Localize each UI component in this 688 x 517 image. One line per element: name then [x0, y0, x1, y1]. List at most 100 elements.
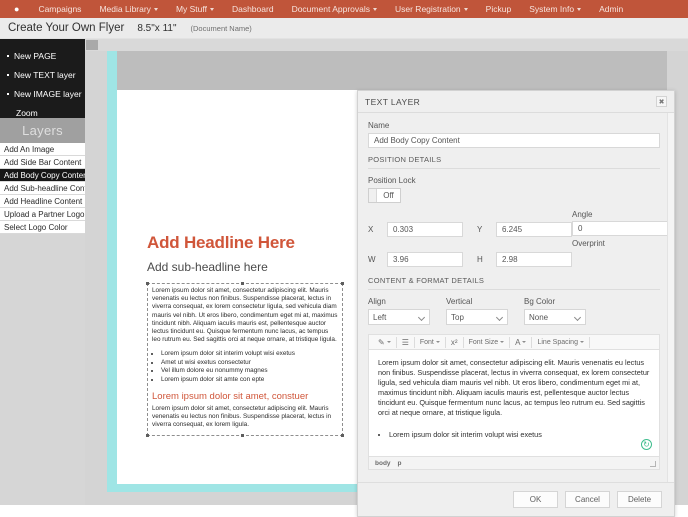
paste-icon-glyph: ✎	[378, 337, 385, 347]
modal-header: TEXT LAYER ✖	[358, 91, 674, 113]
select-align[interactable]: Left	[368, 309, 430, 325]
select-label: Vertical	[446, 297, 473, 306]
nav-item-media-library[interactable]: Media Library	[90, 0, 167, 18]
layer-item-add-an-image[interactable]: Add An Image	[0, 143, 85, 156]
select-value: None	[529, 312, 549, 322]
flyer-bullet-list: Lorem ipsum dolor sit interim volupt wis…	[152, 350, 338, 384]
document-subheader: Create Your Own Flyer 8.5"x 11" (Documen…	[0, 18, 688, 39]
list-item: Vel illum dolore eu nonummy magnes	[161, 367, 338, 375]
nav-item-admin[interactable]: Admin	[590, 0, 632, 18]
resize-handle-bl[interactable]	[146, 433, 149, 437]
resize-handle-tl[interactable]	[146, 282, 149, 285]
modal-scrollbar[interactable]	[667, 113, 674, 482]
layer-item-add-side-bar-content[interactable]: Add Side Bar Content	[0, 156, 85, 169]
layer-item-upload-a-partner-logo[interactable]: Upload a Partner Logo	[0, 208, 85, 221]
nav-item-label: Media Library	[99, 4, 151, 14]
sidebar-action-zoom[interactable]: Zoom	[0, 104, 85, 123]
angle-input[interactable]	[572, 221, 670, 236]
sidebar-action-new-page[interactable]: New PAGE	[0, 47, 85, 66]
editor-element-path: body p	[375, 460, 402, 467]
paste-icon[interactable]: ✎	[373, 335, 396, 349]
ok-button[interactable]: OK	[513, 491, 558, 508]
list-item: Amet ut wisi exetus consectetur	[161, 359, 338, 367]
select-vertical[interactable]: Top	[446, 309, 508, 325]
nav-item-label: System Info	[529, 4, 575, 14]
angle-field-group: Angle Overprint	[572, 210, 670, 248]
delete-button[interactable]: Delete	[617, 491, 662, 508]
home-icon[interactable]: ●	[6, 0, 29, 18]
font-size-dropdown[interactable]: Font Size	[464, 335, 510, 349]
editor-paragraph: Lorem ipsum dolor sit amet, consectetur …	[378, 358, 650, 417]
close-icon[interactable]: ✖	[656, 96, 667, 107]
bullet-icon	[7, 74, 9, 76]
nav-item-label: Campaigns	[38, 4, 82, 14]
list-item: Lorem ipsum dolor sit interim volupt wis…	[389, 430, 650, 440]
resize-handle-tr[interactable]	[341, 282, 344, 285]
flyer-subheadline[interactable]: Add sub-headline here	[147, 260, 347, 274]
list-icon[interactable]: ☰	[397, 335, 414, 349]
nav-item-my-stuff[interactable]: My Stuff	[167, 0, 223, 18]
page-image-placeholder[interactable]	[117, 51, 667, 90]
flyer-headline[interactable]: Add Headline Here	[147, 233, 347, 253]
nav-item-document-approvals[interactable]: Document Approvals	[283, 0, 386, 18]
select-group-vertical: Vertical Top	[446, 297, 508, 325]
text-layer-modal: TEXT LAYER ✖ Name POSITION DETAILS Posit…	[357, 90, 675, 517]
text-color-icon[interactable]: A	[510, 335, 531, 349]
editor-resize-grip[interactable]	[650, 461, 656, 467]
scrollbar-thumb[interactable]	[86, 40, 98, 50]
nav-item-pickup[interactable]: Pickup	[477, 0, 521, 18]
list-item: Lorem ipsum dolor sit interim volupt wis…	[161, 350, 338, 358]
page-title: Create Your Own Flyer	[8, 22, 125, 34]
element-path-item[interactable]: p	[398, 460, 402, 467]
element-path-item[interactable]: body	[375, 460, 391, 467]
chevron-down-icon	[463, 8, 468, 12]
chevron-down-icon	[435, 341, 440, 343]
body-copy-layer-selection[interactable]: Lorem ipsum dolor sit amet, consectetur …	[146, 282, 344, 437]
resize-handle-tc[interactable]	[241, 282, 245, 285]
layer-item-add-headline-content[interactable]: Add Headline Content	[0, 195, 85, 208]
sidebar-action-label: New TEXT layer	[14, 70, 76, 80]
chevron-down-icon	[500, 341, 505, 343]
h-input[interactable]	[496, 252, 572, 267]
chevron-down-icon	[209, 8, 214, 12]
cancel-button[interactable]: Cancel	[565, 491, 610, 508]
sidebar-action-new-image-layer[interactable]: New IMAGE layer	[0, 85, 85, 104]
position-lock-toggle[interactable]: Off	[368, 188, 401, 203]
select-label: Bg Color	[524, 297, 556, 306]
nav-item-label: My Stuff	[175, 4, 207, 14]
nav-item-campaigns[interactable]: Campaigns	[29, 0, 90, 18]
sidebar-action-label: New IMAGE layer	[14, 89, 82, 99]
y-field-group: Y	[477, 221, 572, 237]
layer-item-add-body-copy-content[interactable]: Add Body Copy Content	[0, 169, 85, 182]
document-name: (Document Name)	[190, 23, 252, 33]
h-label: H	[477, 255, 483, 264]
chevron-down-icon	[577, 8, 582, 12]
x-input[interactable]	[387, 221, 463, 237]
nav-item-label: Pickup	[485, 4, 512, 14]
flyer-body-copy: Lorem ipsum dolor sit amet, consectetur …	[152, 287, 338, 344]
nav-item-system-info[interactable]: System Info	[520, 0, 590, 18]
font-dropdown[interactable]: Font	[415, 335, 445, 349]
rich-text-editor[interactable]: Lorem ipsum dolor sit amet, consectetur …	[368, 350, 660, 457]
modal-footer: OK Cancel Delete	[358, 482, 674, 516]
sidebar-action-new-text-layer[interactable]: New TEXT layer	[0, 66, 85, 85]
layer-item-add-sub-headline-content[interactable]: Add Sub-headline Content	[0, 182, 85, 195]
nav-item-dashboard[interactable]: Dashboard	[223, 0, 283, 18]
ckeditor-logo-icon: ↻	[641, 439, 652, 450]
resize-handle-br[interactable]	[341, 433, 344, 437]
chevron-down-icon	[495, 313, 504, 322]
canvas-horizontal-scrollbar[interactable]	[85, 39, 688, 51]
h-field-group: H	[477, 252, 572, 267]
chevron-down-icon	[573, 313, 582, 322]
nav-item-user-registration[interactable]: User Registration	[386, 0, 477, 18]
w-input[interactable]	[387, 252, 463, 267]
line-spacing-dropdown[interactable]: Line Spacing	[532, 335, 588, 349]
bullet-icon	[7, 93, 9, 95]
resize-handle-bc[interactable]	[241, 433, 245, 437]
name-input[interactable]	[368, 133, 660, 148]
y-input[interactable]	[496, 221, 572, 237]
superscript-icon[interactable]: x²	[446, 335, 463, 349]
layer-item-select-logo-color[interactable]: Select Logo Color	[0, 221, 85, 234]
editor-toolbar: ✎ ☰ Font x² Font Size A Line Spacing	[368, 334, 660, 350]
select-bg-color[interactable]: None	[524, 309, 586, 325]
